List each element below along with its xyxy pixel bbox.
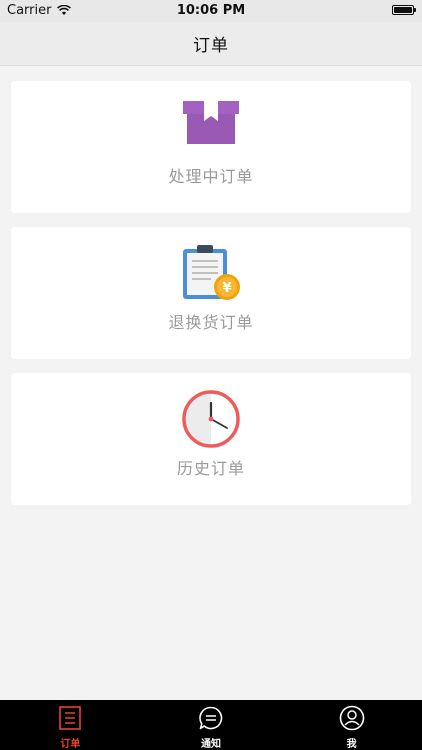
svg-text:¥: ¥ — [222, 281, 231, 296]
return-exchange-orders-label: 退换货订单 — [168, 313, 254, 332]
return-exchange-orders-card[interactable]: ¥ 退换货订单 — [11, 227, 411, 359]
orders-list-icon — [59, 706, 82, 730]
tab-bar: 订单 通知 我 — [0, 700, 422, 750]
chat-bubble-icon — [199, 706, 223, 730]
navigation-bar: 订单 — [0, 22, 422, 66]
processing-orders-card[interactable]: 处理中订单 — [11, 81, 411, 213]
tab-me-label: 我 — [346, 739, 357, 750]
clipboard-yen-icon: ¥ — [183, 245, 240, 300]
tab-notifications-label: 通知 — [201, 739, 221, 750]
history-orders-card[interactable]: 历史订单 — [11, 373, 411, 505]
tab-me[interactable]: 我 — [281, 700, 422, 750]
tab-orders-label: 订单 — [60, 739, 81, 750]
battery-icon — [392, 5, 416, 15]
status-bar: Carrier 10:06 PM — [0, 0, 422, 22]
clock-icon — [182, 390, 240, 448]
history-orders-label: 历史订单 — [176, 459, 245, 478]
processing-orders-label: 处理中订单 — [168, 167, 254, 186]
status-time: 10:06 PM — [176, 3, 246, 18]
user-profile-icon — [339, 705, 364, 731]
tab-notifications[interactable]: 通知 — [141, 700, 282, 750]
box-icon — [183, 101, 239, 144]
page-title: 订单 — [193, 36, 229, 56]
tab-orders[interactable]: 订单 — [0, 700, 141, 750]
